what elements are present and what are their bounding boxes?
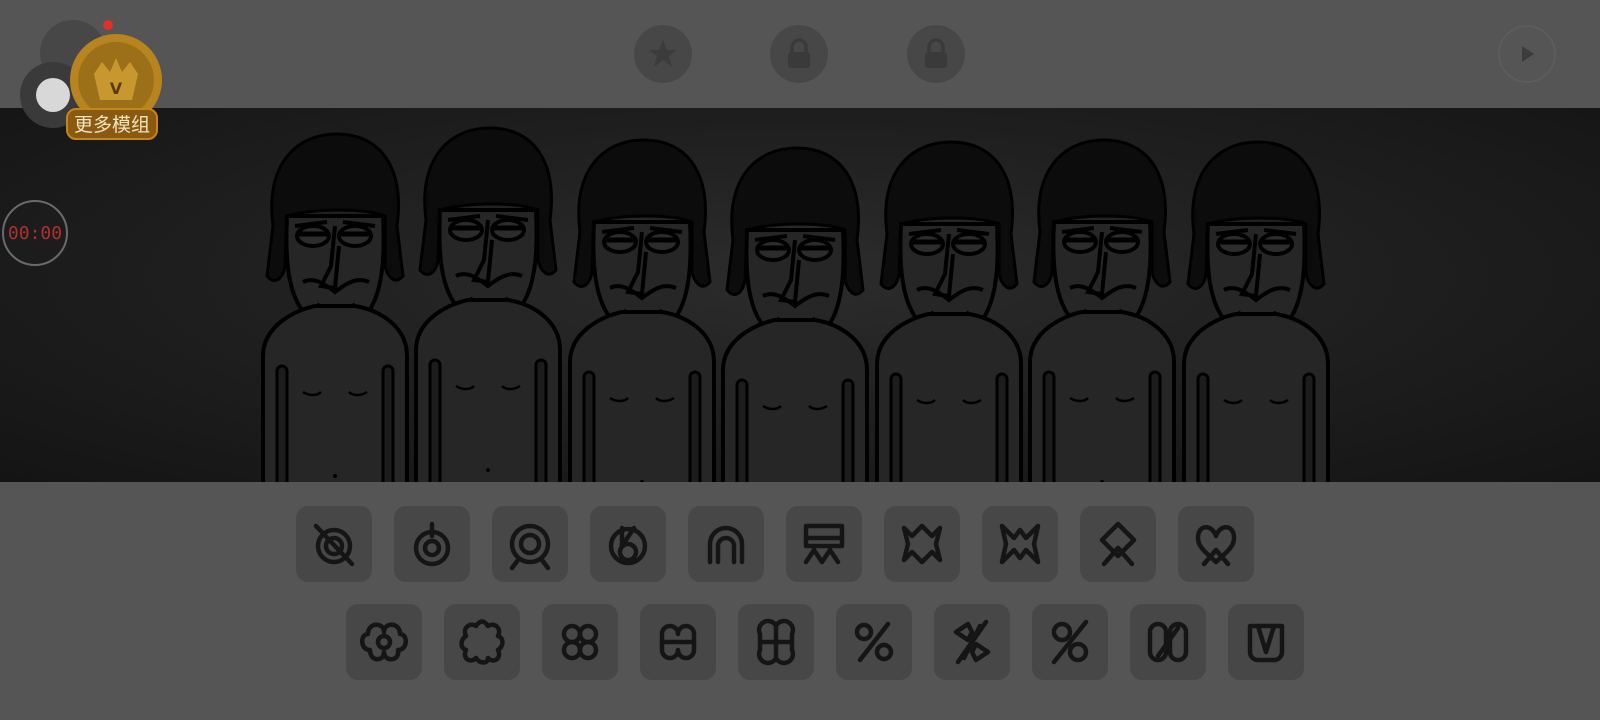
clover-2-icon [452, 612, 512, 672]
diamond-icon [1088, 514, 1148, 574]
sound-button-arch[interactable] [688, 506, 764, 582]
circle-stem-icon [598, 514, 658, 574]
percent-1-icon [844, 612, 904, 672]
sound-button-clover-1[interactable] [346, 604, 422, 680]
clover-3-icon [550, 612, 610, 672]
performer-1[interactable] [255, 126, 415, 482]
sound-button-capsule-2[interactable] [1228, 604, 1304, 680]
sound-button-circle-slash[interactable] [296, 506, 372, 582]
sound-button-capsule-1[interactable] [1130, 604, 1206, 680]
play-icon [1515, 42, 1539, 66]
more-mods-label[interactable]: 更多模组 [66, 108, 159, 140]
sound-button-percent-2[interactable] [934, 604, 1010, 680]
circle-slash-icon [304, 514, 364, 574]
sound-button-percent-1[interactable] [836, 604, 912, 680]
notch-zigzag-icon [990, 514, 1050, 574]
sound-button-star-zigzag[interactable] [884, 506, 960, 582]
performer-5[interactable] [869, 134, 1029, 482]
sound-button-clover-3[interactable] [542, 604, 618, 680]
circle-drop-icon [402, 514, 462, 574]
vip-letter: V [110, 79, 123, 98]
banner-zigzag-icon [794, 514, 854, 574]
sound-button-clover-2[interactable] [444, 604, 520, 680]
notification-dot [103, 20, 113, 30]
sound-button-circle-stem[interactable] [590, 506, 666, 582]
sound-button-double-circle[interactable] [492, 506, 568, 582]
sound-button-clover-5[interactable] [738, 604, 814, 680]
performer-6[interactable] [1022, 132, 1182, 482]
timer-display: 00:00 [2, 200, 68, 266]
play-button[interactable] [1498, 25, 1556, 83]
sound-button-clover-4[interactable] [640, 604, 716, 680]
percent-2-icon [942, 612, 1002, 672]
floating-ball-knob [36, 78, 70, 112]
performer-7[interactable] [1176, 134, 1336, 482]
locked-bonus-button-2[interactable] [907, 25, 965, 83]
top-toolbar [0, 0, 1600, 108]
double-circle-icon [500, 514, 560, 574]
double-leaf-icon [1186, 514, 1246, 574]
sound-button-banner-zigzag[interactable] [786, 506, 862, 582]
locked-bonus-button-1[interactable] [770, 25, 828, 83]
performer-3[interactable] [562, 132, 722, 482]
bonus-star-button[interactable] [634, 25, 692, 83]
sound-button-double-leaf[interactable] [1178, 506, 1254, 582]
clover-5-icon [746, 612, 806, 672]
sound-button-diamond[interactable] [1080, 506, 1156, 582]
capsule-2-icon [1236, 612, 1296, 672]
bonus-star-icon [646, 37, 680, 71]
sound-button-notch-zigzag[interactable] [982, 506, 1058, 582]
arch-icon [696, 514, 756, 574]
sound-button-circle-drop[interactable] [394, 506, 470, 582]
capsule-1-icon [1138, 612, 1198, 672]
performer-4[interactable] [715, 140, 875, 482]
character-stage [0, 108, 1600, 482]
performer-2[interactable] [408, 120, 568, 482]
percent-3-icon [1040, 612, 1100, 672]
star-zigzag-icon [892, 514, 952, 574]
clover-4-icon [648, 612, 708, 672]
clover-1-icon [354, 612, 414, 672]
lock-icon [784, 37, 814, 71]
sound-button-percent-3[interactable] [1032, 604, 1108, 680]
lock-icon [921, 37, 951, 71]
